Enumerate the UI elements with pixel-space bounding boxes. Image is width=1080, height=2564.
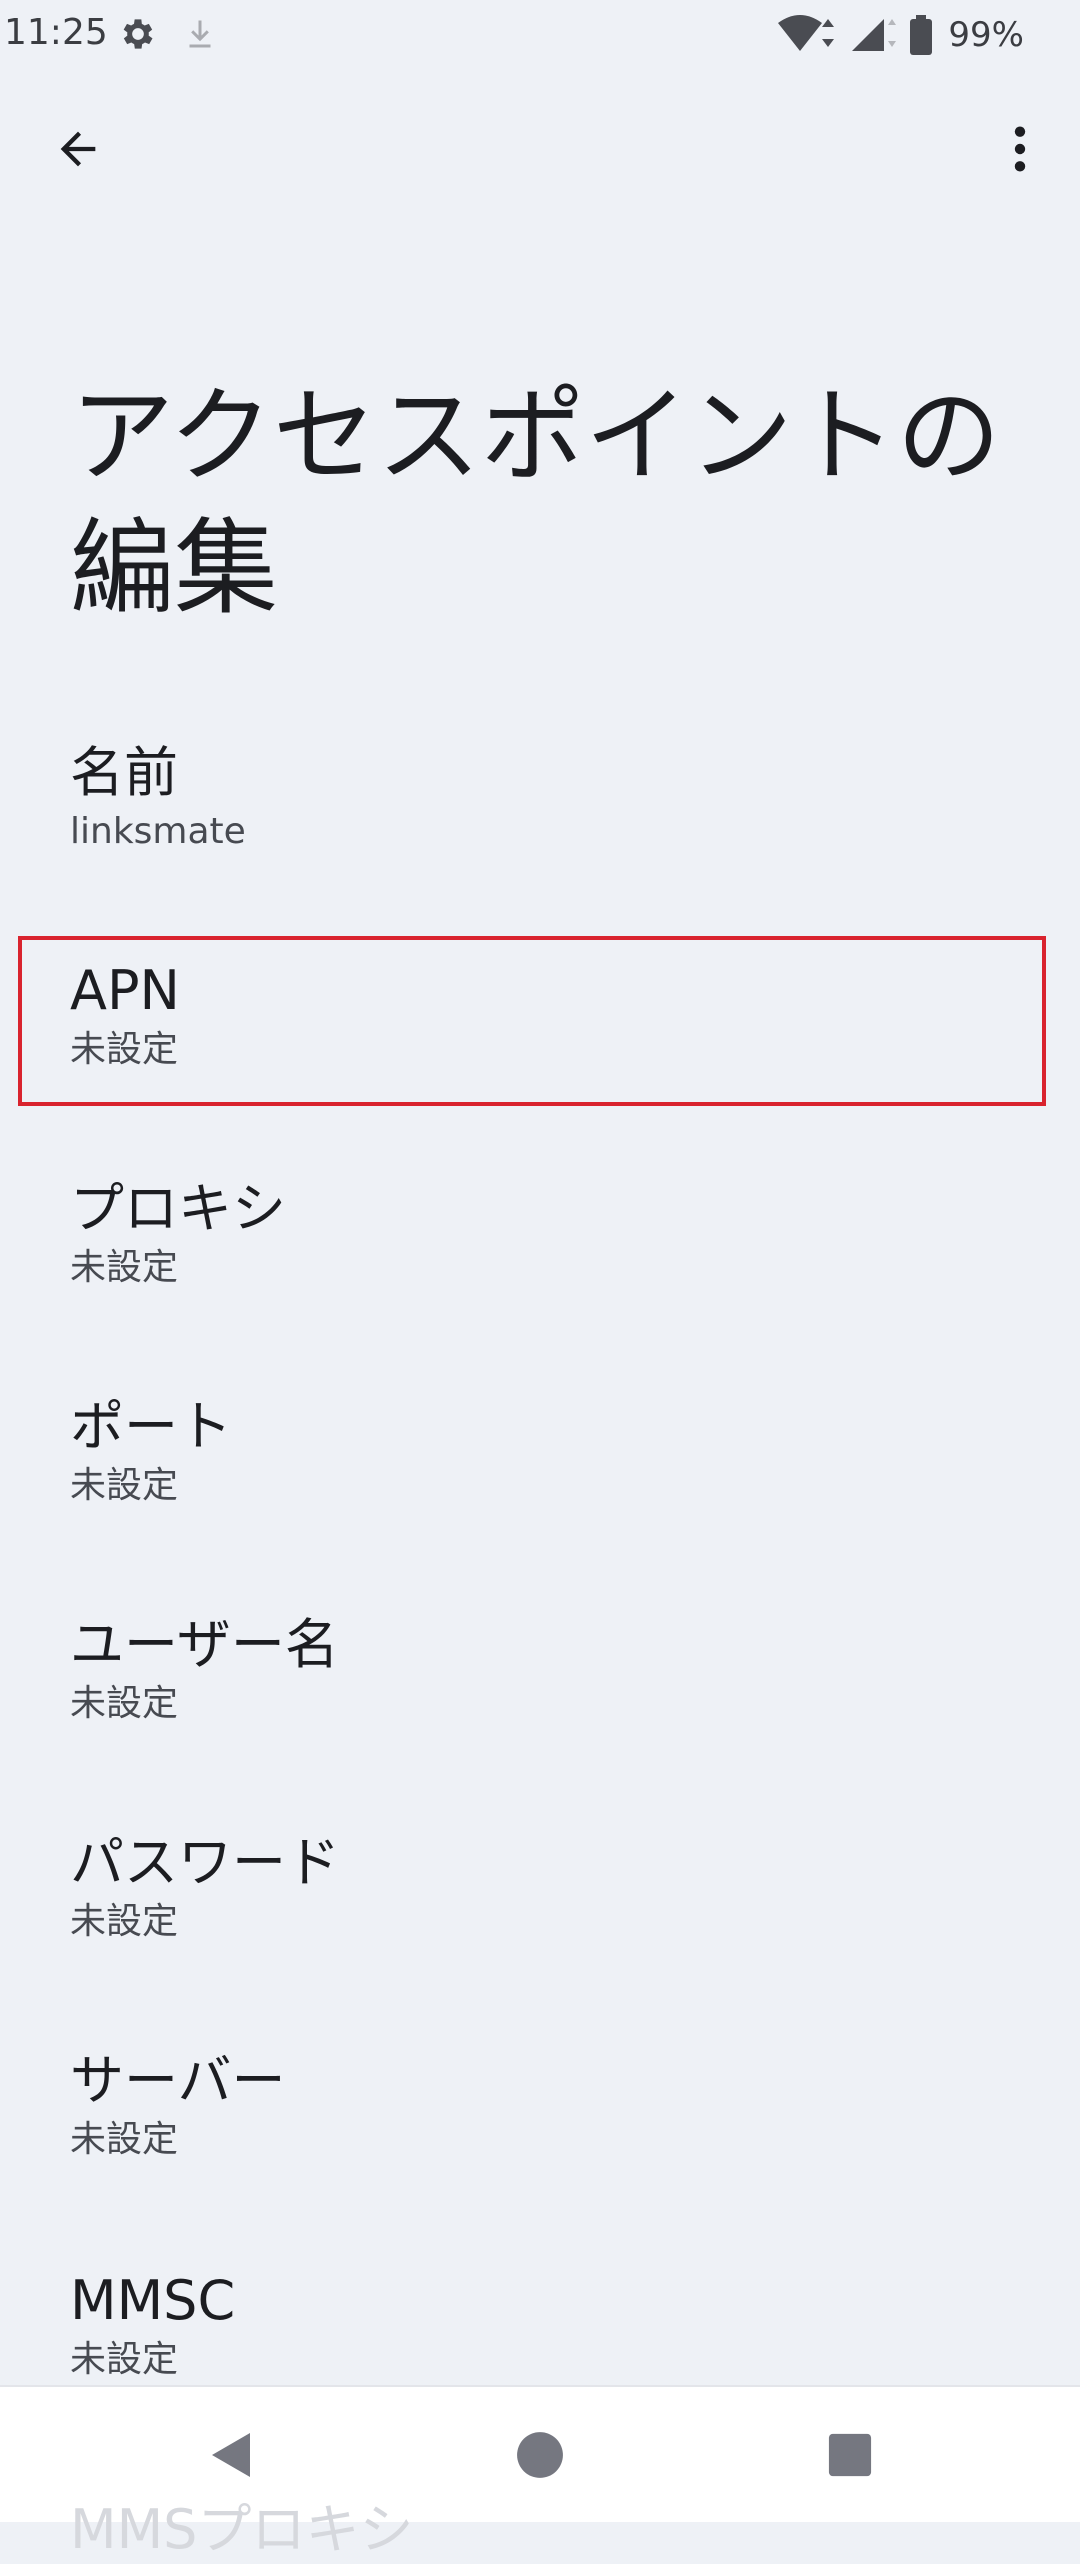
- navigation-bar: MMSプロキシ: [0, 2385, 1080, 2561]
- pref-title: ポート: [70, 1395, 232, 1458]
- pref-item-password[interactable]: パスワード 未設定: [0, 1800, 1080, 1976]
- pref-summary: 未設定: [70, 2339, 179, 2380]
- pref-summary: 未設定: [70, 1901, 179, 1942]
- arrow-back-icon: [60, 131, 96, 167]
- wifi-icon: [778, 15, 835, 51]
- pref-item-proxy[interactable]: プロキシ 未設定: [0, 1146, 1080, 1322]
- pref-item-server[interactable]: サーバー 未設定: [0, 2018, 1080, 2194]
- pref-item-port[interactable]: ポート 未設定: [0, 1364, 1080, 1540]
- back-button[interactable]: [38, 114, 118, 184]
- pref-title: ユーザー名: [70, 1613, 339, 1676]
- pref-summary: 未設定: [70, 1683, 179, 1724]
- nav-home-icon: [517, 2432, 563, 2478]
- gear-icon: [123, 19, 153, 49]
- pref-item-username[interactable]: ユーザー名 未設定: [0, 1582, 1080, 1758]
- nav-back-button[interactable]: [198, 2423, 262, 2487]
- pref-title: 名前: [70, 741, 178, 804]
- signal-icon: [852, 19, 897, 51]
- more-options-button[interactable]: [960, 114, 1080, 184]
- nav-recents-button[interactable]: [818, 2423, 882, 2487]
- status-time: 11:25: [4, 12, 108, 53]
- pref-title: サーバー: [70, 2049, 286, 2112]
- page-title: アクセスポイントの編集: [70, 375, 1001, 629]
- app-bar: [0, 100, 1080, 196]
- partially-hidden-pref-title: MMSプロキシ: [70, 2498, 414, 2561]
- pref-title: プロキシ: [70, 1177, 286, 1240]
- pref-title: MMSC: [70, 2269, 236, 2332]
- pref-summary: 未設定: [70, 1465, 179, 1506]
- battery-percentage: 99%: [948, 15, 1024, 55]
- apn-highlight-box: [18, 936, 1046, 1106]
- pref-summary: 未設定: [70, 2119, 179, 2160]
- nav-back-icon: [212, 2433, 250, 2477]
- battery-icon: [910, 15, 933, 55]
- pref-title: パスワード: [70, 1831, 340, 1894]
- pref-item-name[interactable]: 名前 linksmate: [0, 710, 1080, 886]
- download-icon: [189, 20, 211, 48]
- pref-summary: linksmate: [70, 811, 246, 852]
- pref-summary: 未設定: [70, 1247, 179, 1288]
- more-vert-icon: [1014, 126, 1026, 172]
- status-bar: 11:25 99%: [0, 0, 1080, 70]
- nav-recents-icon: [828, 2433, 872, 2477]
- nav-home-button[interactable]: [508, 2423, 572, 2487]
